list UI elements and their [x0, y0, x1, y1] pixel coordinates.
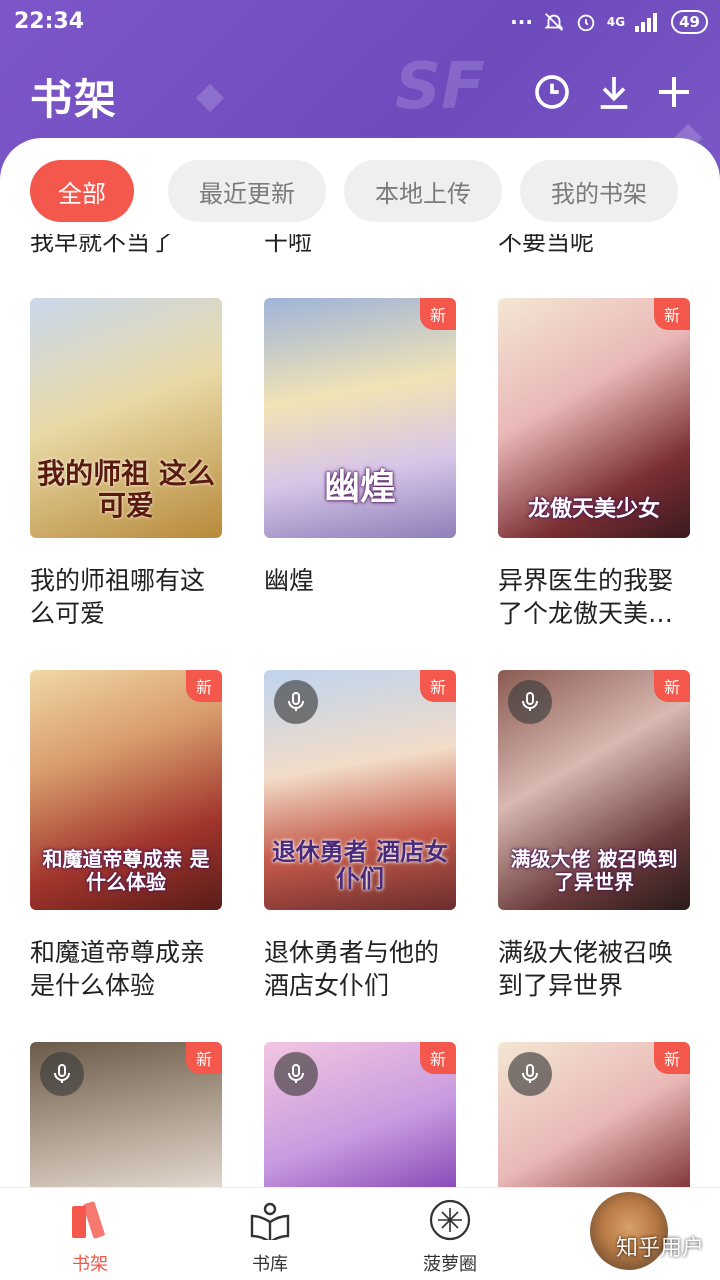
bottom-navigation: 书架 书库 菠萝圈 知乎用户	[0, 1188, 720, 1280]
nav-library[interactable]: 书库	[210, 1198, 330, 1276]
book-title: 满级大佬被召唤到了异世界	[498, 938, 674, 1000]
book-cover[interactable]: 新	[264, 1042, 456, 1188]
book-card[interactable]: 新	[498, 1042, 690, 1188]
book-cover[interactable]: 龙傲天美少女 新	[498, 298, 690, 538]
bookshelf-panel: 全部 最近更新 本地上传 我的书架 我早就不当了 干啦 不要当呢 我的师祖 这么…	[0, 138, 720, 1188]
audiobook-badge	[40, 1052, 84, 1096]
book-cover[interactable]: 幽煌 新	[264, 298, 456, 538]
new-badge: 新	[654, 298, 690, 330]
book-title: 和魔道帝尊成亲是什么体验	[30, 938, 206, 1000]
book-title-partial[interactable]: 我早就不当了	[30, 234, 174, 257]
book-cover[interactable]: 和魔道帝尊成亲 是什么体验 新	[30, 670, 222, 910]
tab-all[interactable]: 全部	[30, 160, 134, 222]
microphone-icon	[54, 1064, 70, 1083]
book-card[interactable]: 退休勇者 酒店女仆们 新 退休勇者与他的酒店女仆们	[264, 670, 456, 1002]
history-button[interactable]	[530, 70, 574, 114]
filter-tabs: 全部 最近更新 本地上传 我的书架	[0, 160, 720, 224]
book-card[interactable]: 龙傲天美少女 新 异界医生的我娶了个龙傲天美少女	[498, 298, 690, 630]
status-time: 22:34	[14, 9, 85, 34]
book-title-partial[interactable]: 干啦	[264, 234, 312, 257]
nav-bookshelf[interactable]: 书架	[30, 1198, 150, 1276]
cover-title: 满级大佬 被召唤到了异世界	[510, 847, 678, 894]
audiobook-badge	[274, 1052, 318, 1096]
audiobook-badge	[508, 1052, 552, 1096]
status-icons: ··· 4G 49	[510, 10, 708, 34]
book-cover[interactable]: 新	[498, 1042, 690, 1188]
add-button[interactable]	[652, 70, 696, 114]
book-card[interactable]: 新	[30, 1042, 222, 1188]
cover-title: 幽煌	[323, 466, 396, 508]
book-title: 异界医生的我娶了个龙傲天美少女	[498, 566, 674, 628]
download-icon	[600, 77, 628, 109]
network-type: 4G	[606, 15, 626, 29]
cover-title: 龙傲天美少女	[527, 496, 660, 522]
clock-icon	[535, 75, 569, 109]
new-badge: 新	[420, 298, 456, 330]
nav-community[interactable]: 菠萝圈	[390, 1198, 510, 1276]
tab-recent-updates[interactable]: 最近更新	[168, 160, 326, 222]
cover-title: 和魔道帝尊成亲 是什么体验	[42, 847, 210, 894]
cover-title: 退休勇者 酒店女仆们	[271, 837, 449, 894]
microphone-icon	[522, 1064, 538, 1083]
book-title: 幽煌	[264, 566, 315, 595]
microphone-icon	[288, 692, 304, 711]
audiobook-badge	[508, 680, 552, 724]
new-badge: 新	[420, 1042, 456, 1074]
microphone-icon	[522, 692, 538, 711]
cover-title: 我的师祖 这么可爱	[37, 456, 215, 522]
book-card[interactable]: 新	[264, 1042, 456, 1188]
watermark-text: 知乎用户	[615, 1236, 704, 1261]
new-badge: 新	[654, 670, 690, 702]
new-badge: 新	[186, 670, 222, 702]
open-book-icon	[210, 1198, 330, 1242]
status-bar: 22:34 ··· 4G 49	[0, 0, 720, 48]
book-cover[interactable]: 我的师祖 这么可爱	[30, 298, 222, 538]
book-title-partial[interactable]: 不要当呢	[498, 234, 594, 257]
pineapple-icon	[390, 1198, 510, 1242]
microphone-icon	[288, 1064, 304, 1083]
signal-icon	[635, 13, 658, 32]
battery-level: 49	[671, 10, 708, 34]
alarm-icon	[577, 14, 595, 32]
book-card[interactable]: 幽煌 新 幽煌	[264, 298, 456, 630]
brand-watermark-logo: SF	[395, 50, 485, 124]
mute-bell-icon	[544, 13, 564, 31]
download-button[interactable]	[592, 70, 636, 114]
audiobook-badge	[274, 680, 318, 724]
book-card[interactable]: 我的师祖 这么可爱 我的师祖哪有这么可爱	[30, 298, 222, 630]
decor-diamond	[195, 83, 225, 113]
more-dots-icon: ···	[510, 10, 533, 34]
book-card[interactable]: 和魔道帝尊成亲 是什么体验 新 和魔道帝尊成亲是什么体验	[30, 670, 222, 1002]
tab-local-uploads[interactable]: 本地上传	[344, 160, 502, 222]
tab-my-shelf[interactable]: 我的书架	[520, 160, 678, 222]
scrolled-row: 我早就不当了 干啦 不要当呢	[0, 234, 720, 264]
new-badge: 新	[186, 1042, 222, 1074]
nav-label: 书库	[252, 1254, 288, 1275]
plus-icon	[659, 77, 689, 107]
page-title: 书架	[30, 75, 119, 124]
new-badge: 新	[654, 1042, 690, 1074]
book-card[interactable]: 满级大佬 被召唤到了异世界 新 满级大佬被召唤到了异世界	[498, 670, 690, 1002]
book-cover[interactable]: 新	[30, 1042, 222, 1188]
book-cover[interactable]: 满级大佬 被召唤到了异世界 新	[498, 670, 690, 910]
book-title: 退休勇者与他的酒店女仆们	[264, 938, 440, 1000]
book-title: 我的师祖哪有这么可爱	[30, 566, 206, 628]
nav-label: 书架	[72, 1254, 108, 1275]
book-cover[interactable]: 退休勇者 酒店女仆们 新	[264, 670, 456, 910]
new-badge: 新	[420, 670, 456, 702]
bookshelf-icon	[30, 1198, 150, 1242]
nav-label: 菠萝圈	[423, 1254, 477, 1275]
